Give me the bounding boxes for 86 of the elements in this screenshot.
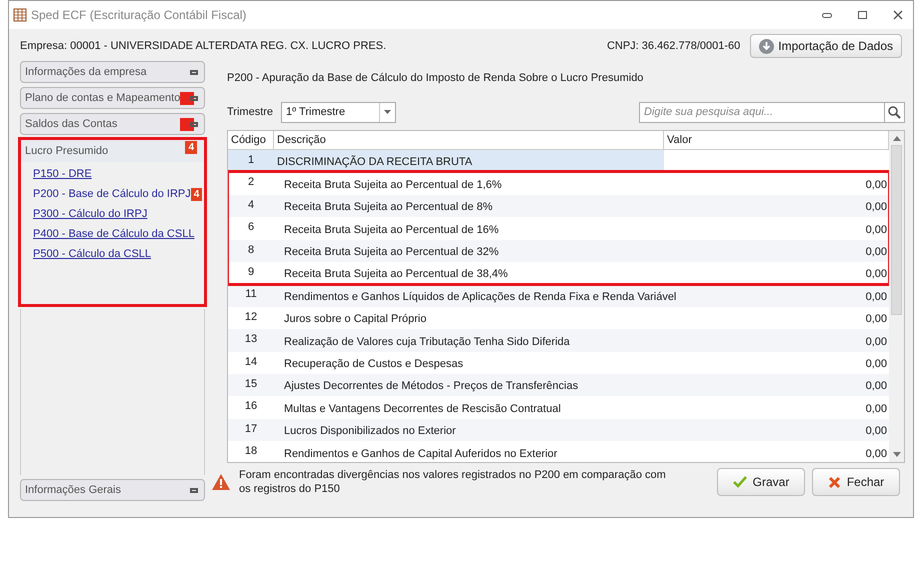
trimestre-dropdown[interactable]: 1º Trimestre [281, 102, 396, 122]
scroll-down-icon[interactable] [892, 452, 900, 457]
register-link[interactable]: P400 - Base de Cálculo da CSLL [33, 226, 194, 243]
close-button[interactable]: Fechar [812, 468, 900, 496]
save-button[interactable]: Gravar [717, 468, 805, 496]
search-field[interactable]: Digite sua pesquisa aqui... [639, 102, 885, 122]
table-cell-text: 9 [246, 264, 256, 280]
spreadsheet-icon [13, 8, 27, 22]
table-cell-text: 1 [246, 153, 256, 168]
table-cell-text: 17 [244, 422, 258, 437]
table-cell-text: 0,00 [866, 379, 888, 394]
sidebar-section[interactable]: Saldos das Contas [20, 113, 205, 135]
close-button[interactable] [893, 10, 903, 20]
table-cell-text: Receita Bruta Sujeita ao Percentual de 32% [283, 245, 500, 260]
close-icon [828, 476, 841, 488]
table-cell-text: 0,00 [866, 290, 888, 305]
redaction-mark [180, 92, 194, 104]
table-cell-text: 15 [244, 376, 258, 392]
table-cell-text: Ajustes Decorrentes de Métodos - Preços de Transferências [283, 379, 580, 394]
panel-icon [190, 70, 198, 74]
table-cell-text: 13 [244, 332, 258, 348]
register-link[interactable]: P300 - Cálculo do IRPJ [33, 206, 148, 223]
register-link[interactable]: P500 - Cálculo da CSLL [33, 246, 152, 263]
panel-icon [190, 122, 198, 126]
company-label: Empresa: 00001 - UNIVERSIDADE ALTERDATA REG. CX. LUCRO PRES. [20, 38, 386, 54]
scroll-up-icon[interactable] [892, 136, 900, 141]
warning-message: Foram encontradas divergências nos valores registrados no P200 em comparação com os registros do P150 [239, 468, 667, 496]
table-cell-text: 0,00 [866, 178, 888, 193]
table-cell-text: 0,00 [866, 200, 888, 216]
cnpj-label: CNPJ: 36.462.778/0001-60 [606, 38, 740, 54]
table-cell-text: Recuperação de Custos e Despesas [283, 356, 464, 372]
table-cell-text: Receita Bruta Sujeita ao Percentual de 38,4% [283, 267, 509, 282]
panel-title: P200 - Apuração da Base de Cálculo do Imposto de Renda Sobre o Lucro Presumido [227, 70, 644, 86]
sidebar-section[interactable]: Informações da empresa [20, 61, 205, 83]
sidebar-section[interactable]: Informações Gerais [20, 479, 205, 501]
table-cell-text: 0,00 [866, 267, 888, 282]
table-cell-text: Multas e Vantagens Decorrentes de Rescisão Contratual [283, 402, 562, 417]
table-cell-text: Realização de Valores cuja Tributação Tenha Sido Diferida [283, 334, 571, 350]
table-cell-text: Rendimentos e Ganhos de Capital Auferidos no Exterior [283, 446, 558, 462]
table-cell-text: 11 [244, 287, 258, 302]
search-icon [888, 106, 901, 118]
table-cell-text: 2 [246, 175, 256, 190]
number-badge: 4 [190, 188, 202, 201]
table-cell-text: Rendimentos e Ganhos Líquidos de Aplicações de Renda Fixa e Renda Variável [283, 290, 678, 305]
table-cell-text: 0,00 [866, 222, 888, 238]
table-cell-text: 12 [244, 310, 258, 325]
table-cell-text: 0,00 [866, 446, 888, 462]
scrollbar[interactable] [889, 131, 904, 462]
table-cell-text: Lucros Disponibilizados no Exterior [283, 424, 457, 440]
redaction-mark [180, 118, 194, 130]
import-button[interactable]: Importação de Dados [750, 34, 902, 58]
download-icon [759, 38, 774, 54]
column-header[interactable]: Descrição [274, 131, 664, 149]
table-cell-text: Receita Bruta Sujeita ao Percentual de 8% [283, 200, 494, 216]
table-cell-text: Receita Bruta Sujeita ao Percentual de 16% [283, 222, 500, 238]
caret-icon [384, 110, 392, 114]
table-cell-text: DISCRIMINAÇÃO DA RECEITA BRUTA [276, 154, 474, 170]
table-cell-text: 14 [244, 354, 258, 370]
table-cell-text: Receita Bruta Sujeita ao Percentual de 1,6% [283, 178, 503, 193]
table-cell-text: Juros sobre o Capital Próprio [283, 312, 428, 328]
table-cell-text: 18 [244, 444, 258, 460]
group-label: Lucro Presumido [25, 144, 108, 159]
table-cell-text: 0,00 [866, 334, 888, 350]
column-header[interactable]: Código [228, 131, 274, 149]
warning-icon [212, 474, 230, 490]
table-cell-text: 0,00 [866, 402, 888, 417]
panel-icon [190, 96, 198, 100]
trimestre-label: Trimestre [227, 104, 274, 120]
table-cell-text: 6 [246, 220, 256, 236]
table-cell-text: 16 [244, 399, 258, 414]
window-title: Sped ECF (Escrituração Contábil Fiscal) [31, 7, 246, 24]
register-link[interactable]: P200 - Base de Cálculo do IRPJ [33, 186, 191, 203]
table-cell-text: 0,00 [866, 424, 888, 440]
table-cell-text: 0,00 [866, 245, 888, 260]
table-cell-text: 0,00 [866, 312, 888, 328]
minimize-button[interactable] [822, 12, 832, 18]
table-cell-text: 8 [246, 242, 256, 258]
maximize-button[interactable] [858, 11, 867, 19]
panel-icon [190, 488, 198, 492]
number-badge: 4 [185, 141, 197, 154]
sidebar-section[interactable]: Plano de contas e Mapeamento [20, 87, 205, 109]
search-button[interactable] [885, 102, 905, 122]
table-cell-text: 0,00 [866, 356, 888, 372]
table-cell-text: 4 [246, 198, 256, 213]
check-icon [732, 476, 747, 488]
register-link[interactable]: P150 - DRE [33, 166, 92, 183]
